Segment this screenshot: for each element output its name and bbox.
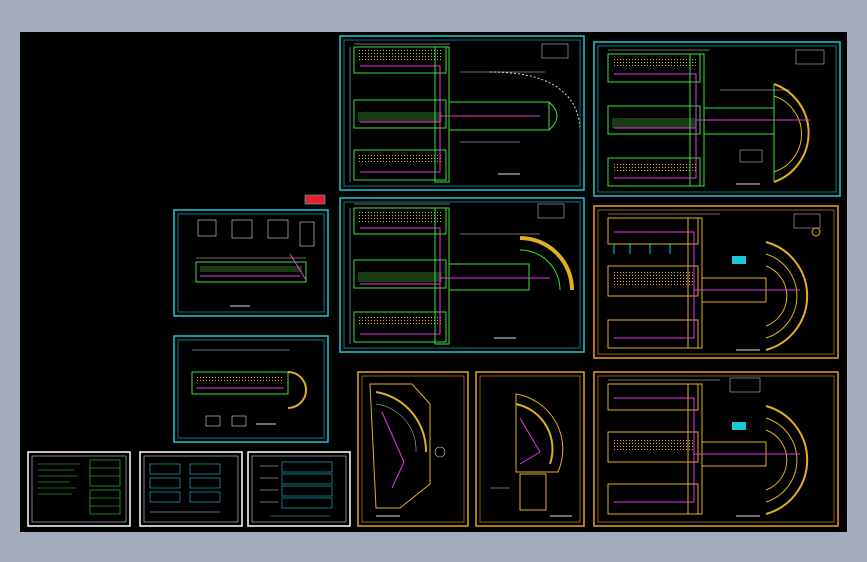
fan-plan-left bbox=[369, 383, 446, 517]
cad-model-space[interactable] bbox=[20, 32, 847, 532]
schedule-table bbox=[149, 463, 221, 513]
sheet-top-right[interactable] bbox=[593, 41, 841, 197]
sheet-top-middle[interactable] bbox=[339, 35, 585, 191]
sheet-middle-middle[interactable] bbox=[339, 197, 585, 353]
red-marker-block bbox=[304, 194, 326, 205]
floor-plan-t-wing-arc bbox=[349, 203, 574, 345]
floor-plan-t-wing bbox=[349, 43, 581, 183]
floor-plan-round-hall bbox=[607, 49, 825, 187]
sheet-bottom-right[interactable] bbox=[593, 371, 839, 527]
sheet-fan-left[interactable] bbox=[357, 371, 469, 527]
sheet-fan-right[interactable] bbox=[475, 371, 585, 527]
sheet-middle-right[interactable] bbox=[593, 205, 839, 359]
floor-plan-orange-round bbox=[607, 213, 821, 351]
floor-plan-bottom-round bbox=[607, 377, 809, 517]
sheet-riser[interactable] bbox=[247, 451, 351, 527]
drawing-canvas[interactable] bbox=[20, 32, 847, 532]
stair-details bbox=[195, 219, 315, 307]
sheet-schedule[interactable] bbox=[139, 451, 243, 527]
riser-diagram bbox=[260, 461, 333, 517]
corridor-plan bbox=[191, 349, 307, 427]
sheet-legend[interactable] bbox=[27, 451, 131, 527]
sheet-small-lower[interactable] bbox=[173, 335, 329, 443]
sheet-small-upper[interactable] bbox=[173, 209, 329, 317]
fan-plan-right bbox=[490, 393, 572, 517]
legend-table bbox=[38, 459, 121, 515]
